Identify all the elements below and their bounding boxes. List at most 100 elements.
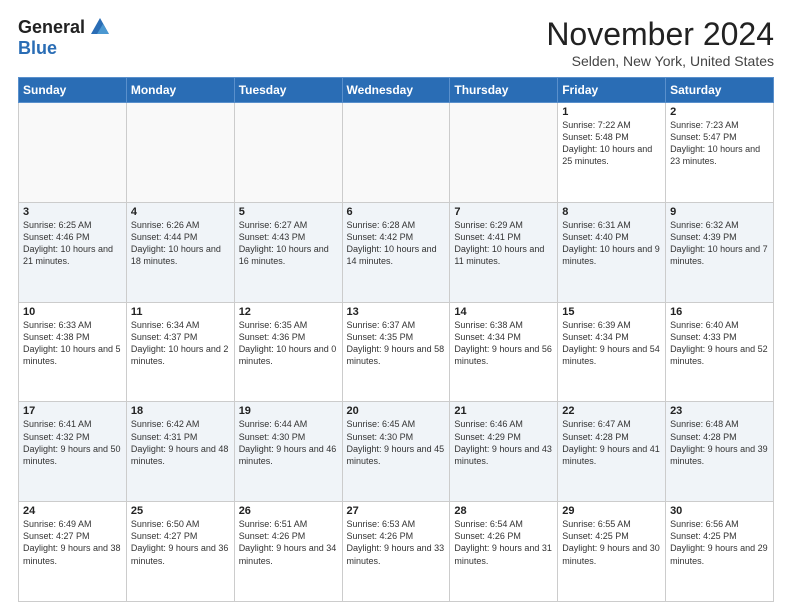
- day-info: Sunrise: 6:28 AM Sunset: 4:42 PM Dayligh…: [347, 219, 446, 268]
- day-info: Sunrise: 6:42 AM Sunset: 4:31 PM Dayligh…: [131, 418, 230, 467]
- day-number: 7: [454, 206, 553, 218]
- day-info: Sunrise: 6:46 AM Sunset: 4:29 PM Dayligh…: [454, 418, 553, 467]
- day-info: Sunrise: 6:29 AM Sunset: 4:41 PM Dayligh…: [454, 219, 553, 268]
- day-number: 29: [562, 505, 661, 517]
- header-monday: Monday: [126, 78, 234, 103]
- day-info: Sunrise: 6:50 AM Sunset: 4:27 PM Dayligh…: [131, 518, 230, 567]
- table-row: 27Sunrise: 6:53 AM Sunset: 4:26 PM Dayli…: [342, 502, 450, 602]
- table-row: [450, 103, 558, 203]
- day-info: Sunrise: 6:45 AM Sunset: 4:30 PM Dayligh…: [347, 418, 446, 467]
- day-number: 9: [670, 206, 769, 218]
- location: Selden, New York, United States: [546, 53, 774, 69]
- table-row: [126, 103, 234, 203]
- header-thursday: Thursday: [450, 78, 558, 103]
- page: General Blue November 2024 Selden, New Y…: [0, 0, 792, 612]
- day-number: 13: [347, 306, 446, 318]
- day-info: Sunrise: 6:54 AM Sunset: 4:26 PM Dayligh…: [454, 518, 553, 567]
- table-row: [234, 103, 342, 203]
- table-row: 28Sunrise: 6:54 AM Sunset: 4:26 PM Dayli…: [450, 502, 558, 602]
- logo-general-text: General: [18, 17, 85, 38]
- table-row: 29Sunrise: 6:55 AM Sunset: 4:25 PM Dayli…: [558, 502, 666, 602]
- day-number: 5: [239, 206, 338, 218]
- table-row: 18Sunrise: 6:42 AM Sunset: 4:31 PM Dayli…: [126, 402, 234, 502]
- day-info: Sunrise: 6:39 AM Sunset: 4:34 PM Dayligh…: [562, 319, 661, 368]
- day-info: Sunrise: 6:38 AM Sunset: 4:34 PM Dayligh…: [454, 319, 553, 368]
- day-info: Sunrise: 6:49 AM Sunset: 4:27 PM Dayligh…: [23, 518, 122, 567]
- day-number: 18: [131, 405, 230, 417]
- day-info: Sunrise: 6:31 AM Sunset: 4:40 PM Dayligh…: [562, 219, 661, 268]
- table-row: 19Sunrise: 6:44 AM Sunset: 4:30 PM Dayli…: [234, 402, 342, 502]
- table-row: 16Sunrise: 6:40 AM Sunset: 4:33 PM Dayli…: [666, 302, 774, 402]
- table-row: 13Sunrise: 6:37 AM Sunset: 4:35 PM Dayli…: [342, 302, 450, 402]
- day-number: 27: [347, 505, 446, 517]
- day-info: Sunrise: 6:26 AM Sunset: 4:44 PM Dayligh…: [131, 219, 230, 268]
- table-row: 5Sunrise: 6:27 AM Sunset: 4:43 PM Daylig…: [234, 202, 342, 302]
- day-info: Sunrise: 6:32 AM Sunset: 4:39 PM Dayligh…: [670, 219, 769, 268]
- day-number: 16: [670, 306, 769, 318]
- day-info: Sunrise: 6:37 AM Sunset: 4:35 PM Dayligh…: [347, 319, 446, 368]
- header-tuesday: Tuesday: [234, 78, 342, 103]
- header-wednesday: Wednesday: [342, 78, 450, 103]
- day-number: 10: [23, 306, 122, 318]
- day-number: 23: [670, 405, 769, 417]
- header-sunday: Sunday: [19, 78, 127, 103]
- calendar-week-row: 17Sunrise: 6:41 AM Sunset: 4:32 PM Dayli…: [19, 402, 774, 502]
- day-number: 19: [239, 405, 338, 417]
- day-number: 20: [347, 405, 446, 417]
- calendar-table: Sunday Monday Tuesday Wednesday Thursday…: [18, 77, 774, 602]
- table-row: 8Sunrise: 6:31 AM Sunset: 4:40 PM Daylig…: [558, 202, 666, 302]
- day-number: 17: [23, 405, 122, 417]
- table-row: 26Sunrise: 6:51 AM Sunset: 4:26 PM Dayli…: [234, 502, 342, 602]
- table-row: 7Sunrise: 6:29 AM Sunset: 4:41 PM Daylig…: [450, 202, 558, 302]
- table-row: 20Sunrise: 6:45 AM Sunset: 4:30 PM Dayli…: [342, 402, 450, 502]
- calendar-week-row: 3Sunrise: 6:25 AM Sunset: 4:46 PM Daylig…: [19, 202, 774, 302]
- table-row: 11Sunrise: 6:34 AM Sunset: 4:37 PM Dayli…: [126, 302, 234, 402]
- day-number: 25: [131, 505, 230, 517]
- table-row: 23Sunrise: 6:48 AM Sunset: 4:28 PM Dayli…: [666, 402, 774, 502]
- day-info: Sunrise: 6:44 AM Sunset: 4:30 PM Dayligh…: [239, 418, 338, 467]
- day-number: 26: [239, 505, 338, 517]
- table-row: [19, 103, 127, 203]
- title-section: November 2024 Selden, New York, United S…: [546, 16, 774, 69]
- header-saturday: Saturday: [666, 78, 774, 103]
- day-number: 12: [239, 306, 338, 318]
- table-row: 24Sunrise: 6:49 AM Sunset: 4:27 PM Dayli…: [19, 502, 127, 602]
- table-row: 6Sunrise: 6:28 AM Sunset: 4:42 PM Daylig…: [342, 202, 450, 302]
- calendar-header-row: Sunday Monday Tuesday Wednesday Thursday…: [19, 78, 774, 103]
- day-number: 21: [454, 405, 553, 417]
- table-row: 21Sunrise: 6:46 AM Sunset: 4:29 PM Dayli…: [450, 402, 558, 502]
- day-info: Sunrise: 6:55 AM Sunset: 4:25 PM Dayligh…: [562, 518, 661, 567]
- table-row: 17Sunrise: 6:41 AM Sunset: 4:32 PM Dayli…: [19, 402, 127, 502]
- day-number: 6: [347, 206, 446, 218]
- day-info: Sunrise: 6:41 AM Sunset: 4:32 PM Dayligh…: [23, 418, 122, 467]
- table-row: 4Sunrise: 6:26 AM Sunset: 4:44 PM Daylig…: [126, 202, 234, 302]
- table-row: 15Sunrise: 6:39 AM Sunset: 4:34 PM Dayli…: [558, 302, 666, 402]
- day-info: Sunrise: 6:35 AM Sunset: 4:36 PM Dayligh…: [239, 319, 338, 368]
- day-info: Sunrise: 6:47 AM Sunset: 4:28 PM Dayligh…: [562, 418, 661, 467]
- logo-icon: [89, 16, 111, 38]
- day-info: Sunrise: 6:48 AM Sunset: 4:28 PM Dayligh…: [670, 418, 769, 467]
- top-section: General Blue November 2024 Selden, New Y…: [18, 16, 774, 69]
- day-number: 28: [454, 505, 553, 517]
- day-number: 15: [562, 306, 661, 318]
- logo-blue-text: Blue: [18, 38, 57, 59]
- table-row: [342, 103, 450, 203]
- calendar-week-row: 10Sunrise: 6:33 AM Sunset: 4:38 PM Dayli…: [19, 302, 774, 402]
- table-row: 9Sunrise: 6:32 AM Sunset: 4:39 PM Daylig…: [666, 202, 774, 302]
- day-number: 3: [23, 206, 122, 218]
- day-info: Sunrise: 7:22 AM Sunset: 5:48 PM Dayligh…: [562, 119, 661, 168]
- day-info: Sunrise: 6:56 AM Sunset: 4:25 PM Dayligh…: [670, 518, 769, 567]
- day-info: Sunrise: 6:51 AM Sunset: 4:26 PM Dayligh…: [239, 518, 338, 567]
- day-number: 24: [23, 505, 122, 517]
- day-number: 8: [562, 206, 661, 218]
- table-row: 10Sunrise: 6:33 AM Sunset: 4:38 PM Dayli…: [19, 302, 127, 402]
- calendar-week-row: 1Sunrise: 7:22 AM Sunset: 5:48 PM Daylig…: [19, 103, 774, 203]
- day-number: 2: [670, 106, 769, 118]
- day-number: 14: [454, 306, 553, 318]
- table-row: 3Sunrise: 6:25 AM Sunset: 4:46 PM Daylig…: [19, 202, 127, 302]
- day-info: Sunrise: 6:25 AM Sunset: 4:46 PM Dayligh…: [23, 219, 122, 268]
- day-number: 4: [131, 206, 230, 218]
- day-info: Sunrise: 6:27 AM Sunset: 4:43 PM Dayligh…: [239, 219, 338, 268]
- table-row: 12Sunrise: 6:35 AM Sunset: 4:36 PM Dayli…: [234, 302, 342, 402]
- day-info: Sunrise: 6:33 AM Sunset: 4:38 PM Dayligh…: [23, 319, 122, 368]
